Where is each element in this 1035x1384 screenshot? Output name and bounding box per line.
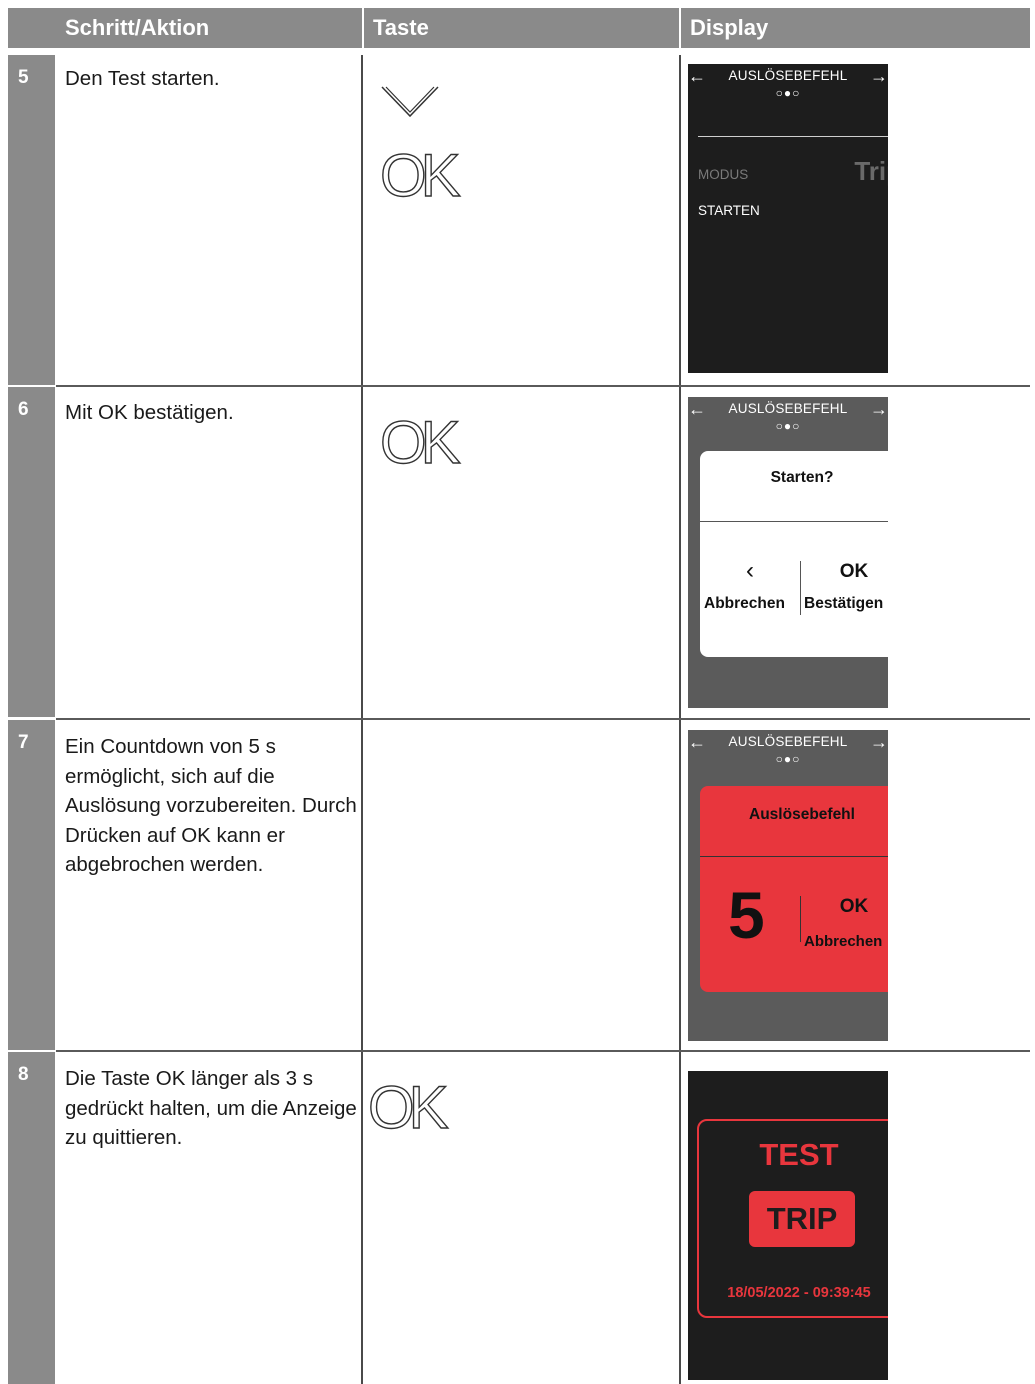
display-screen: ← AUSLÖSEBEFEHL → ○●○ Auslösebefehl 5 OK… [688,730,888,1041]
trip-timestamp: 18/05/2022 - 09:39:45 [727,1285,871,1301]
header-num-cell [8,8,56,48]
screen-header: ← AUSLÖSEBEFEHL → ○●○ [688,730,888,770]
countdown-dialog: Auslösebefehl 5 OK Abbrechen [700,786,888,992]
dialog-divider [700,856,888,857]
confirm-label: Bestätigen [804,595,884,612]
display-screen: ← AUSLÖSEBEFEHL → ○●○ Starten? ‹ Abbrech… [688,397,888,708]
ok-key-icon: OK [379,409,461,476]
cancel-label: Abbrechen [704,595,785,612]
step-number: 5 [8,55,55,385]
step-text: Ein Countdown von 5 s ermöglicht, sich a… [65,735,357,876]
chevron-left-icon: ‹ [746,557,754,584]
arrow-right-icon: → [870,66,888,86]
step-text: Mit OK bestätigen. [65,401,234,424]
ok-key-icon: OK [379,142,461,209]
ok-key-icon: OK [367,1074,449,1141]
ok-icon: OK [839,896,869,917]
step-number: 8 [8,1052,55,1384]
ok-icon: OK [839,561,869,582]
screen-title: AUSLÖSEBEFEHL [728,734,848,749]
dialog-title: Starten? [770,469,834,486]
modus-value: Trip [854,156,888,186]
modus-label: MODUS [698,167,749,182]
start-option: STARTEN [698,203,760,218]
page-dots: ○●○ [775,419,801,433]
screen-title: AUSLÖSEBEFEHL [728,401,848,416]
page-dots: ○●○ [775,752,801,766]
step-text: Den Test starten. [65,67,220,90]
dialog-button-divider [800,561,801,615]
row-divider [56,718,1030,720]
step-number: 6 [8,387,55,717]
step-text: Die Taste OK länger als 3 s gedrückt hal… [65,1067,357,1149]
trip-badge: TRIP [749,1191,855,1247]
countdown-value: 5 [728,878,765,952]
test-label: TEST [759,1137,839,1172]
display-screen: TEST TRIP 18/05/2022 - 09:39:45 [688,1071,888,1380]
screen-header: ← AUSLÖSEBEFEHL → ○●○ [688,64,888,104]
screen-title: AUSLÖSEBEFEHL [728,68,848,83]
page-dots: ○●○ [775,86,801,100]
trip-frame: TEST TRIP 18/05/2022 - 09:39:45 [697,1119,888,1318]
instruction-table: Schritt/Aktion Taste Display 5 6 7 8 Den… [0,0,1035,1384]
header-key: Taste [362,8,679,48]
display-screen: ← AUSLÖSEBEFEHL → ○●○ MODUS Trip STARTEN [688,64,888,373]
arrow-right-icon: → [870,399,888,419]
screen-header: ← AUSLÖSEBEFEHL → ○●○ [688,397,888,437]
divider [698,136,888,137]
row-divider [56,1050,1030,1052]
cancel-label: Abbrechen [804,933,883,950]
header-step: Schritt/Aktion [56,8,362,48]
dialog-title: Auslösebefehl [749,806,855,823]
arrow-right-icon: → [870,732,888,752]
header-display: Display [679,8,1030,48]
dialog-button-divider [800,896,801,942]
confirm-dialog: Starten? ‹ Abbrechen OK Bestätigen [700,451,888,657]
step-number: 7 [8,720,55,1050]
row-divider [56,385,1030,387]
chevron-down-icon [381,86,439,118]
dialog-divider [700,521,888,522]
